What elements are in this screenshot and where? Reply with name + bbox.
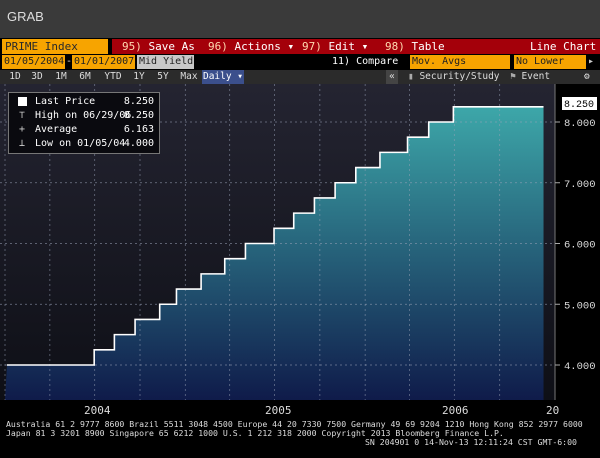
- window-title: GRAB: [7, 9, 44, 24]
- legend-low: ⊥ Low on 01/05/04 4.000: [9, 137, 159, 150]
- legend-average: + Average 6.163: [9, 123, 159, 136]
- save-as-button[interactable]: 95) Save As: [122, 39, 195, 54]
- high-marker-icon: ⊤: [18, 110, 26, 121]
- yield-mode-select[interactable]: Mid Yield ▾: [137, 55, 194, 81]
- title-bar: GRAB: [0, 0, 600, 38]
- legend: Last Price 8.250 ⊤ High on 06/29/06 8.25…: [8, 92, 160, 154]
- footer-timestamp: SN 204901 0 14-Nov-13 12:11:24 CST GMT-6…: [365, 437, 577, 447]
- table-button[interactable]: 98) Table: [385, 39, 445, 54]
- compare-label[interactable]: 11) Compare: [330, 55, 410, 69]
- collapse-icon[interactable]: «: [386, 70, 398, 84]
- average-marker-icon: +: [18, 124, 26, 135]
- end-date-field[interactable]: 01/01/2007: [72, 55, 135, 69]
- period-1y[interactable]: 1Y: [130, 70, 148, 84]
- compare-select[interactable]: Mov. Avgs: [410, 55, 510, 69]
- y-tick-label: 7.000: [564, 179, 596, 191]
- y-axis: 4.000 5.000 6.000 7.000 8.000: [555, 118, 596, 373]
- y-tick-label: 4.000: [564, 361, 596, 373]
- y-tick-label: 6.000: [564, 240, 596, 252]
- actions-button[interactable]: 96) Actions ▾: [208, 39, 294, 54]
- period-6m[interactable]: 6M: [76, 70, 94, 84]
- edit-button[interactable]: 97) Edit ▾: [302, 39, 368, 54]
- event-button[interactable]: ⚑ Event: [510, 70, 550, 84]
- period-1d[interactable]: 1D: [6, 70, 24, 84]
- action-bar: 95) Save As 96) Actions ▾ 97) Edit ▾ 98)…: [112, 39, 600, 54]
- security-study-button[interactable]: ▮ Security/Study: [408, 70, 500, 84]
- footer: Australia 61 2 9777 8600 Brazil 5511 304…: [0, 414, 600, 458]
- chart-type-label[interactable]: Line Chart: [530, 39, 596, 54]
- low-marker-icon: ⊥: [18, 138, 26, 149]
- period-3d[interactable]: 3D: [28, 70, 46, 84]
- settings-gear-icon[interactable]: ⚙: [584, 70, 590, 84]
- frequency-select[interactable]: Daily ▾: [202, 70, 244, 84]
- legend-high: ⊤ High on 06/29/06 8.250: [9, 109, 159, 122]
- flag-icon: ⚑: [510, 71, 522, 82]
- security-field[interactable]: PRIME Index: [2, 39, 108, 54]
- last-price-tag-value: 8.250: [564, 100, 594, 111]
- bar-chart-icon: ▮: [408, 71, 420, 82]
- range-toolbar: 01/05/2004 - 01/01/2007 Mid Yield ▾ 11) …: [0, 55, 600, 81]
- scroll-arrow-icon[interactable]: ▸: [588, 55, 600, 69]
- start-date-field[interactable]: 01/05/2004: [2, 55, 65, 69]
- y-tick-label: 8.000: [564, 118, 596, 130]
- period-max[interactable]: Max: [178, 70, 200, 84]
- period-5y[interactable]: 5Y: [154, 70, 172, 84]
- period-1m[interactable]: 1M: [52, 70, 70, 84]
- period-toolbar: 1D 3D 1M 6M YTD 1Y 5Y Max Daily ▾ « ▮ Se…: [0, 70, 600, 84]
- y-tick-label: 5.000: [564, 300, 596, 312]
- last-price-square-icon: [15, 95, 29, 108]
- legend-last-price: Last Price 8.250: [9, 95, 159, 108]
- lower-chart-select[interactable]: No Lower Char: [514, 55, 586, 81]
- period-ytd[interactable]: YTD: [101, 70, 125, 84]
- command-toolbar: PRIME Index 95) Save As 96) Actions ▾ 97…: [0, 38, 600, 55]
- last-price-tag: 8.250: [562, 97, 597, 111]
